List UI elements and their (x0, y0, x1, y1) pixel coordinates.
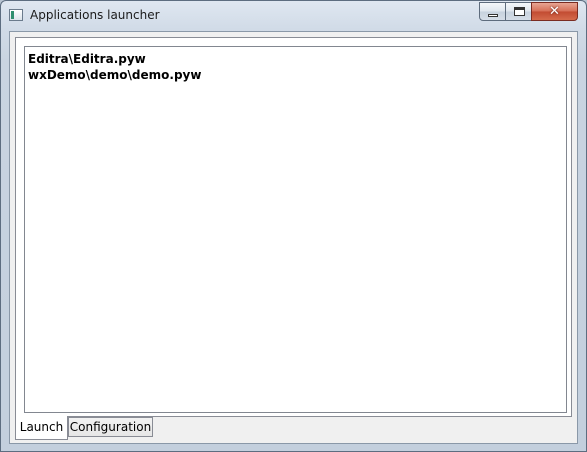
app-window-icon[interactable] (9, 9, 23, 21)
window-title: Applications launcher (30, 8, 160, 22)
maximize-icon (514, 7, 525, 16)
client-area: Editra\Editra.pyw wxDemo\demo\demo.pyw L… (9, 31, 578, 444)
minimize-button[interactable] (479, 2, 506, 21)
maximize-button[interactable] (505, 2, 532, 21)
list-item[interactable]: Editra\Editra.pyw (28, 52, 146, 66)
main-window: Applications launcher ✕ Editra\Editra.py… (0, 0, 587, 452)
minimize-icon (488, 14, 498, 17)
tab-panel-launch: Editra\Editra.pyw wxDemo\demo\demo.pyw (15, 37, 572, 417)
close-button[interactable]: ✕ (531, 2, 578, 21)
list-item[interactable]: wxDemo\demo\demo.pyw (28, 68, 201, 82)
tab-configuration[interactable]: Configuration (68, 417, 153, 437)
tab-launch[interactable]: Launch (15, 416, 68, 440)
launch-listbox[interactable]: Editra\Editra.pyw wxDemo\demo\demo.pyw (24, 46, 567, 413)
close-icon: ✕ (549, 4, 560, 19)
title-bar[interactable]: Applications launcher ✕ (1, 1, 586, 31)
